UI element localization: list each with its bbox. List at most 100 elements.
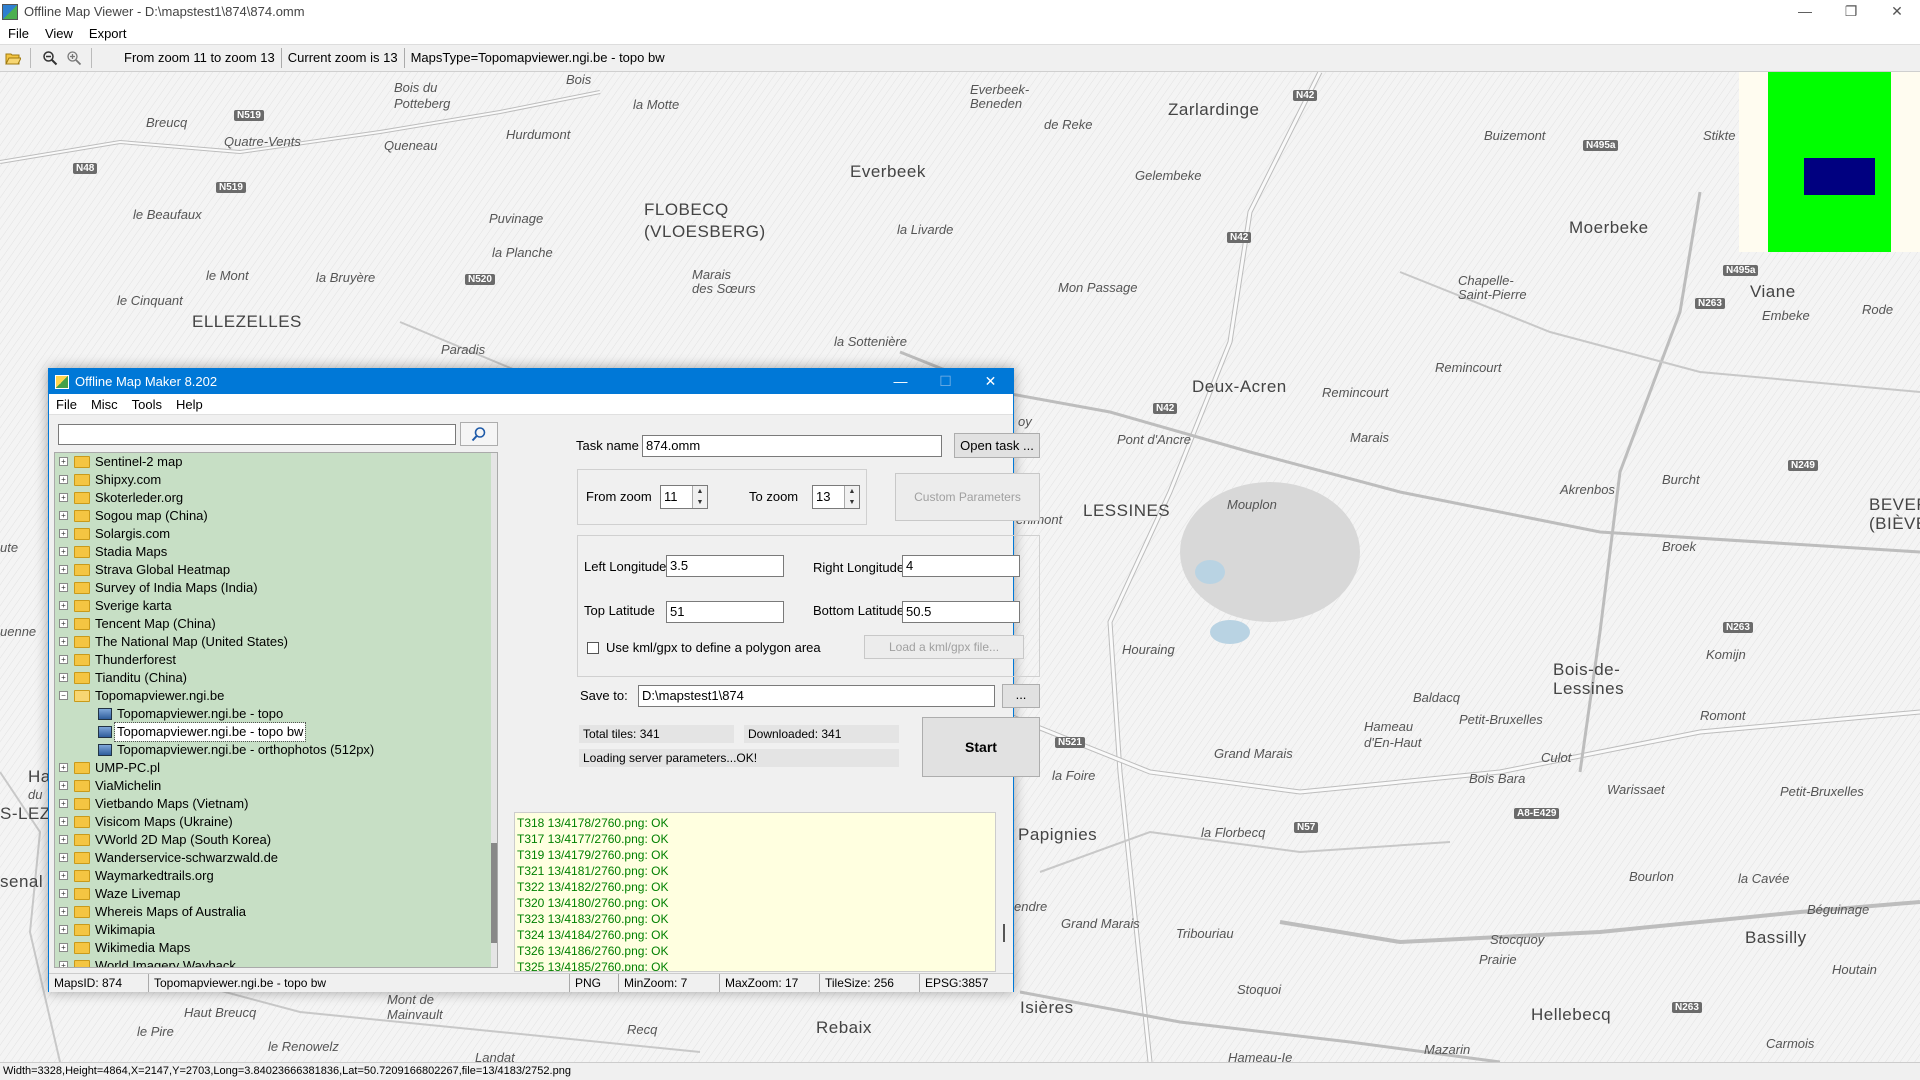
tree-scrollbar[interactable] <box>491 453 497 967</box>
tree-map-item[interactable]: Topomapviewer.ngi.be - topo <box>55 705 497 723</box>
expand-icon[interactable]: + <box>59 475 68 484</box>
zoom-in-icon[interactable] <box>63 47 85 69</box>
close-button[interactable]: ✕ <box>1874 0 1920 23</box>
dialog-close-button[interactable]: ✕ <box>968 369 1013 394</box>
tree-folder-item[interactable]: + Survey of India Maps (India) <box>55 579 497 597</box>
dialog-menu-tools[interactable]: Tools <box>125 397 169 412</box>
expand-icon[interactable]: + <box>59 673 68 682</box>
tree-folder-item[interactable]: + Strava Global Heatmap <box>55 561 497 579</box>
tree-folder-item[interactable]: + Tencent Map (China) <box>55 615 497 633</box>
open-task-button[interactable]: Open task ... <box>954 433 1040 458</box>
tree-map-item[interactable]: Topomapviewer.ngi.be - orthophotos (512p… <box>55 741 497 759</box>
tree-folder-item[interactable]: + Wanderservice-schwarzwald.de <box>55 849 497 867</box>
chevron-down-icon[interactable]: ▼ <box>692 497 707 508</box>
browse-button[interactable]: ... <box>1002 684 1040 708</box>
minimap[interactable] <box>1739 72 1920 252</box>
dialog-titlebar[interactable]: Offline Map Maker 8.202 — ☐ ✕ <box>49 369 1013 394</box>
map-source-pane: + Sentinel-2 map + Shipxy.com + Skoterleder.o… <box>51 417 498 969</box>
expand-icon[interactable]: + <box>59 601 68 610</box>
tree-folder-item[interactable]: + Whereis Maps of Australia <box>55 903 497 921</box>
chevron-down-icon[interactable]: ▼ <box>844 497 859 508</box>
map-source-tree[interactable]: + Sentinel-2 map + Shipxy.com + Skoterleder.o… <box>54 452 498 968</box>
log-scrollbar-thumb[interactable] <box>1003 924 1005 942</box>
tree-folder-item[interactable]: + Sogou map (China) <box>55 507 497 525</box>
left-longitude-input[interactable]: 3.5 <box>666 555 784 577</box>
task-name-input[interactable]: 874.omm <box>642 435 942 457</box>
top-latitude-input[interactable]: 51 <box>666 601 784 623</box>
expand-icon[interactable]: + <box>59 781 68 790</box>
tree-folder-item[interactable]: + UMP-PC.pl <box>55 759 497 777</box>
tree-folder-item[interactable]: + Wikimedia Maps <box>55 939 497 957</box>
map-label: le Beaufaux <box>133 207 202 222</box>
menu-export[interactable]: Export <box>81 26 135 41</box>
log-scrollbar[interactable] <box>997 812 1011 972</box>
right-longitude-input[interactable]: 4 <box>902 555 1020 577</box>
tree-folder-item[interactable]: + Skoterleder.org <box>55 489 497 507</box>
expand-icon[interactable]: + <box>59 817 68 826</box>
chevron-up-icon[interactable]: ▲ <box>692 486 707 497</box>
tree-folder-item[interactable]: + Sverige karta <box>55 597 497 615</box>
tree-folder-item[interactable]: + Sentinel-2 map <box>55 453 497 471</box>
start-button[interactable]: Start <box>922 717 1040 777</box>
from-zoom-stepper[interactable]: 11 ▲ ▼ <box>660 485 708 509</box>
expand-icon[interactable]: + <box>59 799 68 808</box>
expand-icon[interactable]: + <box>59 961 68 967</box>
tree-folder-item[interactable]: + Tianditu (China) <box>55 669 497 687</box>
expand-icon[interactable]: + <box>59 835 68 844</box>
map-label: Mouplon <box>1227 497 1277 512</box>
tree-folder-item[interactable]: + The National Map (United States) <box>55 633 497 651</box>
expand-icon[interactable]: + <box>59 853 68 862</box>
expand-icon[interactable]: + <box>59 565 68 574</box>
expand-icon[interactable]: + <box>59 619 68 628</box>
folder-open-icon[interactable] <box>2 47 24 69</box>
expand-icon[interactable]: + <box>59 493 68 502</box>
tree-folder-item[interactable]: + World Imagery Wayback <box>55 957 497 967</box>
expand-icon[interactable]: + <box>59 457 68 466</box>
app-icon <box>2 3 18 20</box>
use-kml-checkbox[interactable] <box>587 642 599 654</box>
tree-map-item[interactable]: Topomapviewer.ngi.be - topo bw <box>55 722 497 742</box>
maximize-button[interactable]: ❐ <box>1828 0 1874 23</box>
search-button[interactable] <box>460 422 498 446</box>
expand-icon[interactable]: + <box>59 547 68 556</box>
tree-folder-item[interactable]: + Visicom Maps (Ukraine) <box>55 813 497 831</box>
minimize-button[interactable]: — <box>1782 0 1828 23</box>
tree-folder-item[interactable]: + Waze Livemap <box>55 885 497 903</box>
expand-icon[interactable]: + <box>59 637 68 646</box>
dialog-menu-help[interactable]: Help <box>169 397 210 412</box>
search-input[interactable] <box>58 424 456 445</box>
tree-folder-item[interactable]: − Topomapviewer.ngi.be <box>55 687 497 705</box>
expand-icon[interactable]: + <box>59 511 68 520</box>
expand-icon[interactable]: + <box>59 943 68 952</box>
dialog-minimize-button[interactable]: — <box>878 369 923 394</box>
bottom-latitude-input[interactable]: 50.5 <box>902 601 1020 623</box>
menu-view[interactable]: View <box>37 26 81 41</box>
menu-file[interactable]: File <box>0 26 37 41</box>
expand-icon[interactable]: + <box>59 925 68 934</box>
tree-folder-item[interactable]: + Shipxy.com <box>55 471 497 489</box>
to-zoom-stepper[interactable]: 13 ▲ ▼ <box>812 485 860 509</box>
expand-icon[interactable]: + <box>59 583 68 592</box>
tree-scrollbar-thumb[interactable] <box>491 843 497 943</box>
dialog-menu-misc[interactable]: Misc <box>84 397 125 412</box>
expand-icon[interactable]: + <box>59 763 68 772</box>
chevron-up-icon[interactable]: ▲ <box>844 486 859 497</box>
tree-folder-item[interactable]: + Vietbando Maps (Vietnam) <box>55 795 497 813</box>
tree-folder-item[interactable]: + VWorld 2D Map (South Korea) <box>55 831 497 849</box>
tree-folder-item[interactable]: + Stadia Maps <box>55 543 497 561</box>
expand-icon[interactable]: + <box>59 889 68 898</box>
tree-folder-item[interactable]: + Wikimapia <box>55 921 497 939</box>
zoom-out-icon[interactable] <box>39 47 61 69</box>
dialog-menu-file[interactable]: File <box>49 397 84 412</box>
collapse-icon[interactable]: − <box>59 691 68 700</box>
save-to-input[interactable]: D:\mapstest1\874 <box>638 685 995 707</box>
minimap-viewport[interactable] <box>1804 158 1875 195</box>
expand-icon[interactable]: + <box>59 871 68 880</box>
expand-icon[interactable]: + <box>59 655 68 664</box>
tree-folder-item[interactable]: + ViaMichelin <box>55 777 497 795</box>
tree-folder-item[interactable]: + Thunderforest <box>55 651 497 669</box>
tree-folder-item[interactable]: + Waymarkedtrails.org <box>55 867 497 885</box>
expand-icon[interactable]: + <box>59 529 68 538</box>
expand-icon[interactable]: + <box>59 907 68 916</box>
tree-folder-item[interactable]: + Solargis.com <box>55 525 497 543</box>
